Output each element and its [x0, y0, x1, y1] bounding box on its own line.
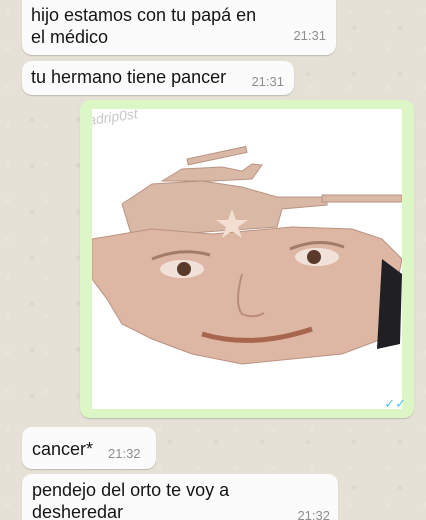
message-text: pendejo del orto te voy a desheredar — [32, 480, 230, 520]
message-timestamp: 21:32 — [297, 508, 330, 520]
message-bubble-incoming[interactable]: cancer* 21:32 — [22, 427, 156, 469]
message-text: cancer* — [32, 439, 94, 459]
message-text: hijo estamos con tu papá en el médico — [31, 5, 257, 47]
message-bubble-incoming[interactable]: pendejo del orto te voy a desheredar 21:… — [22, 474, 338, 520]
message-timestamp: 21:31 — [251, 74, 284, 89]
message-bubble-incoming[interactable]: tu hermano tiene pancer 21:31 — [22, 61, 294, 95]
message-bubble-incoming[interactable]: hijo estamos con tu papá en el médico 21… — [22, 0, 336, 55]
image-message-bubble-outgoing[interactable]: @caladrip0st ✓✓ — [80, 100, 414, 418]
message-timestamp: 21:31 — [293, 28, 326, 43]
message-timestamp: 21:32 — [108, 446, 141, 461]
meme-image[interactable]: @caladrip0st — [92, 109, 402, 409]
message-text: tu hermano tiene pancer — [31, 67, 227, 87]
double-check-icon: ✓✓ — [384, 396, 406, 411]
tank-face-meme-image — [92, 145, 402, 365]
